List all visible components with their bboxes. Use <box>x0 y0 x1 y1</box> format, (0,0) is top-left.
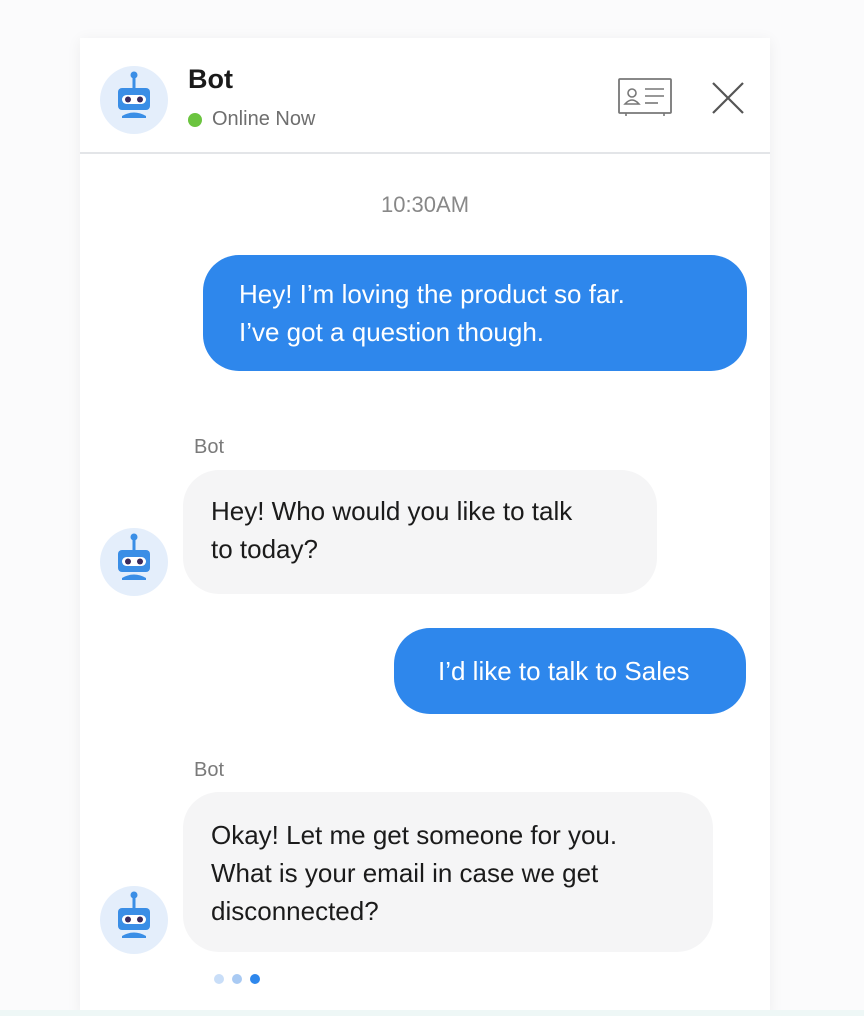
message-line: disconnected? <box>211 896 379 926</box>
message-line: to today? <box>211 534 318 564</box>
robot-avatar-icon <box>118 533 150 580</box>
user-message-bubble: Hey! I’m loving the product so far. I’ve… <box>203 255 747 371</box>
message-line: I’d like to talk to Sales <box>438 656 690 686</box>
bot-name: Bot <box>188 64 233 94</box>
online-status-dot <box>188 112 202 127</box>
robot-avatar-icon <box>118 891 150 938</box>
typing-dot <box>214 974 224 984</box>
status-text: Online Now <box>212 108 316 130</box>
online-status: Online Now <box>188 108 315 131</box>
message-line: Hey! I’m loving the product so far. <box>239 279 625 309</box>
bot-avatar <box>100 528 168 596</box>
typing-indicator <box>214 974 260 984</box>
robot-avatar-icon <box>118 71 150 118</box>
page-bottom-strip <box>0 1010 864 1016</box>
typing-dot <box>250 974 260 984</box>
close-icon[interactable] <box>710 80 746 116</box>
bot-message-bubble: Okay! Let me get someone for you. What i… <box>183 792 713 952</box>
message-line: I’ve got a question though. <box>239 317 545 347</box>
bot-message-bubble: Hey! Who would you like to talk to today… <box>183 470 657 594</box>
sender-label: Bot <box>194 759 225 781</box>
bot-avatar <box>100 886 168 954</box>
sender-label: Bot <box>194 436 225 458</box>
chat-window: Bot Online Now 10:30AM Hey! I’m loving t… <box>80 38 770 1016</box>
message-line: What is your email in case we get <box>211 858 599 888</box>
user-message-bubble: I’d like to talk to Sales <box>394 628 746 714</box>
bot-avatar <box>100 66 168 134</box>
contact-card-icon[interactable] <box>618 78 672 116</box>
chat-header: Bot Online Now <box>80 38 770 154</box>
message-line: Hey! Who would you like to talk <box>211 496 573 526</box>
typing-dot <box>232 974 242 984</box>
message-line: Okay! Let me get someone for you. <box>211 820 618 850</box>
message-timestamp: 10:30AM <box>380 192 470 217</box>
